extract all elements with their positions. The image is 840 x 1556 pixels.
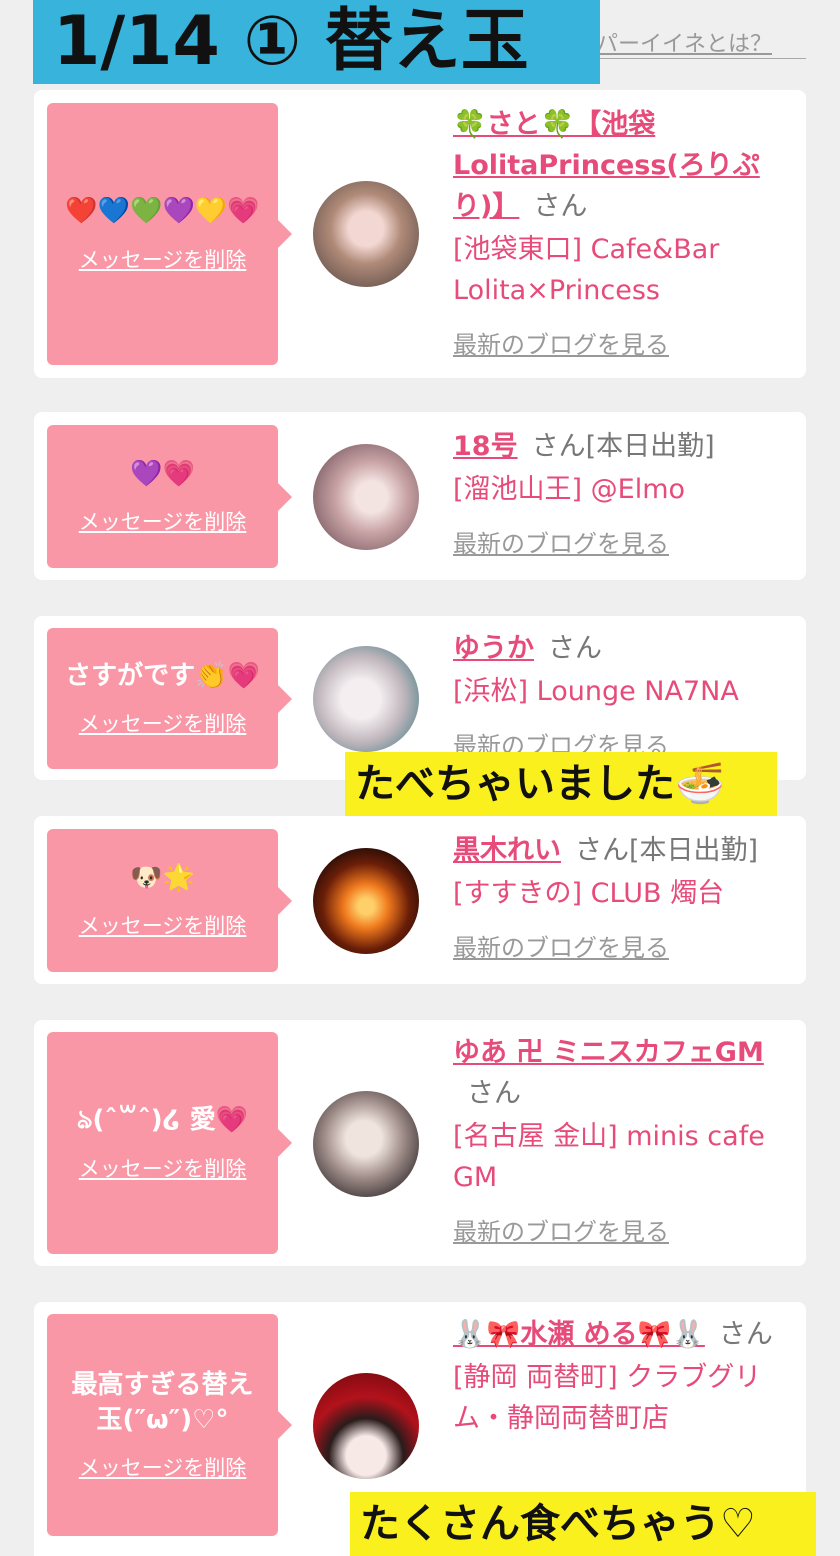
help-link[interactable]: パーイイネとは？: [596, 26, 806, 59]
status-suffix: [本日出勤]: [585, 431, 715, 462]
message-bubble: 🐶🌟 メッセージを削除: [47, 829, 292, 972]
san-suffix: さん: [548, 633, 602, 664]
delete-message-link[interactable]: メッセージを削除: [79, 244, 247, 274]
sender-name-link[interactable]: 黒木れい: [453, 835, 561, 866]
latest-blog-link[interactable]: 最新のブログを見る: [453, 325, 793, 360]
message-text: 💜💗: [130, 458, 195, 489]
avatar[interactable]: [313, 1373, 419, 1479]
message-card: ❤️💙💚💜💛💗 メッセージを削除 🍀さと🍀【池袋LolitaPrincess(ろ…: [34, 90, 806, 378]
message-text: ঌ(ˆ꒳ˆ)໒ 愛💗: [76, 1105, 249, 1136]
sender-name-link[interactable]: 🍀さと🍀【池袋LolitaPrincess(ろりぷり)】: [453, 109, 760, 222]
page-title-banner: 1/14 ① 替え玉: [33, 0, 600, 84]
sender-name-link[interactable]: ゆうか: [453, 633, 534, 664]
sender-info: ゆうか さん [浜松] Lounge NA7NA 最新のブログを見る: [453, 628, 793, 761]
san-suffix: さん: [531, 431, 586, 462]
latest-blog-link[interactable]: 最新のブログを見る: [453, 928, 793, 963]
delete-message-link[interactable]: メッセージを削除: [79, 708, 247, 738]
caption-overlay-second: たくさん食べちゃう♡: [350, 1492, 816, 1556]
message-bubble: 最高すぎる替え玉(″ω″)♡° メッセージを削除: [47, 1314, 292, 1536]
message-text: ❤️💙💚💜💛💗: [65, 196, 260, 227]
message-bubble: さすがです👏💗 メッセージを削除: [47, 628, 292, 769]
sender-name-link[interactable]: ゆあ 卍 ミニスカフェGM: [453, 1037, 764, 1068]
delete-message-link[interactable]: メッセージを削除: [79, 506, 247, 536]
sender-name-link[interactable]: 🐰🎀水瀬 める🎀🐰: [453, 1319, 705, 1350]
delete-message-link[interactable]: メッセージを削除: [79, 1452, 247, 1482]
avatar[interactable]: [313, 444, 419, 550]
san-suffix: さん: [718, 1319, 773, 1350]
message-card: 🐶🌟 メッセージを削除 黒木れい さん[本日出勤] [すすきの] CLUB 燭台 …: [34, 816, 806, 984]
message-bubble: ঌ(ˆ꒳ˆ)໒ 愛💗 メッセージを削除: [47, 1032, 292, 1254]
shop-location: [浜松] Lounge NA7NA: [453, 676, 739, 707]
sender-name-line: 🐰🎀水瀬 める🎀🐰 さん: [453, 1314, 793, 1355]
status-suffix: [本日出勤]: [629, 835, 759, 866]
shop-location: [名古屋 金山] minis cafe GM: [453, 1121, 765, 1193]
caption-overlay-first: たべちゃいました🍜: [345, 752, 777, 816]
shop-location: [静岡 両替町] クラブグリム・静岡両替町店: [453, 1362, 762, 1434]
san-suffix: さん: [467, 1078, 521, 1109]
sender-name-line: ゆうか さん: [453, 628, 793, 669]
sender-name-line: 🍀さと🍀【池袋LolitaPrincess(ろりぷり)】 さん: [453, 104, 793, 227]
sender-info: 🐰🎀水瀬 める🎀🐰 さん [静岡 両替町] クラブグリム・静岡両替町店: [453, 1314, 793, 1439]
message-bubble: ❤️💙💚💜💛💗 メッセージを削除: [47, 103, 292, 365]
message-text: 最高すぎる替え玉(″ω″)♡°: [71, 1369, 254, 1435]
sender-info: 黒木れい さん[本日出勤] [すすきの] CLUB 燭台 最新のブログを見る: [453, 830, 793, 963]
message-card: 💜💗 メッセージを削除 18号 さん[本日出勤] [溜池山王] @Elmo 最新の…: [34, 412, 806, 580]
latest-blog-link[interactable]: 最新のブログを見る: [453, 1212, 793, 1247]
sender-info: 18号 さん[本日出勤] [溜池山王] @Elmo 最新のブログを見る: [453, 426, 793, 559]
avatar[interactable]: [313, 1091, 419, 1197]
sender-name-line: ゆあ 卍 ミニスカフェGM さん: [453, 1032, 793, 1114]
message-text: さすがです👏💗: [65, 660, 260, 691]
sender-info: ゆあ 卍 ミニスカフェGM さん [名古屋 金山] minis cafe GM 最…: [453, 1032, 793, 1247]
sender-name-line: 黒木れい さん[本日出勤]: [453, 830, 793, 871]
avatar[interactable]: [313, 646, 419, 752]
san-suffix: さん: [575, 835, 629, 866]
sender-info: 🍀さと🍀【池袋LolitaPrincess(ろりぷり)】 さん [池袋東口] Ca…: [453, 104, 793, 360]
delete-message-link[interactable]: メッセージを削除: [79, 1153, 247, 1183]
sender-name-link[interactable]: 18号: [453, 431, 518, 462]
san-suffix: さん: [533, 191, 588, 222]
shop-location: [溜池山王] @Elmo: [453, 474, 686, 505]
avatar[interactable]: [313, 848, 419, 954]
delete-message-link[interactable]: メッセージを削除: [79, 910, 247, 940]
message-text: 🐶🌟: [130, 862, 195, 893]
shop-location: [池袋東口] Cafe&Bar Lolita×Princess: [453, 234, 720, 306]
message-card: ঌ(ˆ꒳ˆ)໒ 愛💗 メッセージを削除 ゆあ 卍 ミニスカフェGM さん [名古屋…: [34, 1020, 806, 1266]
latest-blog-link[interactable]: 最新のブログを見る: [453, 524, 793, 559]
message-bubble: 💜💗 メッセージを削除: [47, 425, 292, 568]
sender-name-line: 18号 さん[本日出勤]: [453, 426, 793, 467]
avatar[interactable]: [313, 181, 419, 287]
shop-location: [すすきの] CLUB 燭台: [453, 878, 725, 909]
